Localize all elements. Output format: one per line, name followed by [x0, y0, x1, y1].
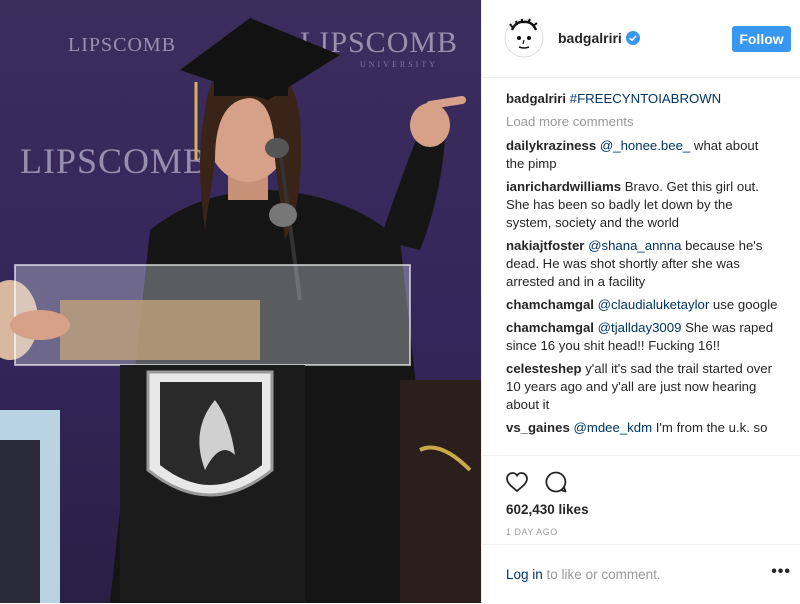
- post-header: badgalriri Follow: [482, 0, 800, 78]
- comment-item: vs_gaines @mdee_kdm I'm from the u.k. so: [506, 419, 778, 437]
- follow-button[interactable]: Follow: [732, 26, 791, 52]
- post-photo[interactable]: LIPSCOMB LIPSCOMB UNIVERSITY LIPSCOMB: [0, 0, 481, 603]
- comment-username[interactable]: celesteshep: [506, 361, 582, 376]
- comment-username[interactable]: ianrichardwilliams: [506, 179, 621, 194]
- more-options-icon[interactable]: •••: [771, 563, 791, 581]
- comments-list[interactable]: badgalriri #FREECYNTOIABROWN Load more c…: [506, 90, 778, 456]
- login-prompt: Log in to like or comment.: [506, 567, 661, 582]
- load-more-comments-link[interactable]: Load more comments: [506, 113, 778, 131]
- login-prompt-text: to like or comment.: [542, 567, 661, 582]
- comment-mention[interactable]: @mdee_kdm: [573, 420, 652, 435]
- comment-item: nakiajtfoster @shana_annna because he's …: [506, 237, 778, 291]
- comment-mention[interactable]: @shana_annna: [588, 238, 681, 253]
- comment-text: use google: [709, 297, 778, 312]
- caption: badgalriri #FREECYNTOIABROWN: [506, 90, 778, 108]
- likes-count[interactable]: 602,430 likes: [506, 502, 589, 517]
- avatar[interactable]: [504, 18, 544, 58]
- post-actions: 602,430 likes 1 DAY AGO: [482, 455, 800, 537]
- login-bar: Log in to like or comment. •••: [482, 544, 800, 604]
- caption-username[interactable]: badgalriri: [506, 91, 566, 106]
- comment-item: dailykraziness @_honee.bee_ what about t…: [506, 137, 778, 173]
- post-date: 1 DAY AGO: [506, 527, 558, 537]
- comment-mention[interactable]: @tjallday3009: [598, 320, 682, 335]
- comment-mention[interactable]: @_honee.bee_: [600, 138, 690, 153]
- photo-scene: [0, 18, 481, 603]
- post-side-panel: badgalriri Follow badgalriri #FREECYNTOI…: [481, 0, 800, 603]
- post-username[interactable]: badgalriri: [558, 30, 622, 46]
- comment-item: ianrichardwilliams Bravo. Get this girl …: [506, 178, 778, 232]
- comment-item: chamchamgal @tjallday3009 She was raped …: [506, 319, 778, 355]
- comment-username[interactable]: dailykraziness: [506, 138, 596, 153]
- comment-item: celesteshep y'all it's sad the trail sta…: [506, 360, 778, 414]
- comment-username[interactable]: chamchamgal: [506, 297, 594, 312]
- comment-text: I'm from the u.k. so: [652, 420, 768, 435]
- comment-username[interactable]: vs_gaines: [506, 420, 570, 435]
- login-link[interactable]: Log in: [506, 567, 543, 582]
- comment-mention[interactable]: @claudialuketaylor: [598, 297, 710, 312]
- verified-badge-icon: [626, 31, 640, 45]
- comment-bubble-icon[interactable]: [544, 470, 568, 494]
- comment-username[interactable]: nakiajtfoster: [506, 238, 584, 253]
- comment-username[interactable]: chamchamgal: [506, 320, 594, 335]
- caption-hashtag[interactable]: #FREECYNTOIABROWN: [570, 91, 721, 106]
- like-heart-icon[interactable]: [505, 470, 529, 494]
- comment-item: chamchamgal @claudialuketaylor use googl…: [506, 296, 778, 314]
